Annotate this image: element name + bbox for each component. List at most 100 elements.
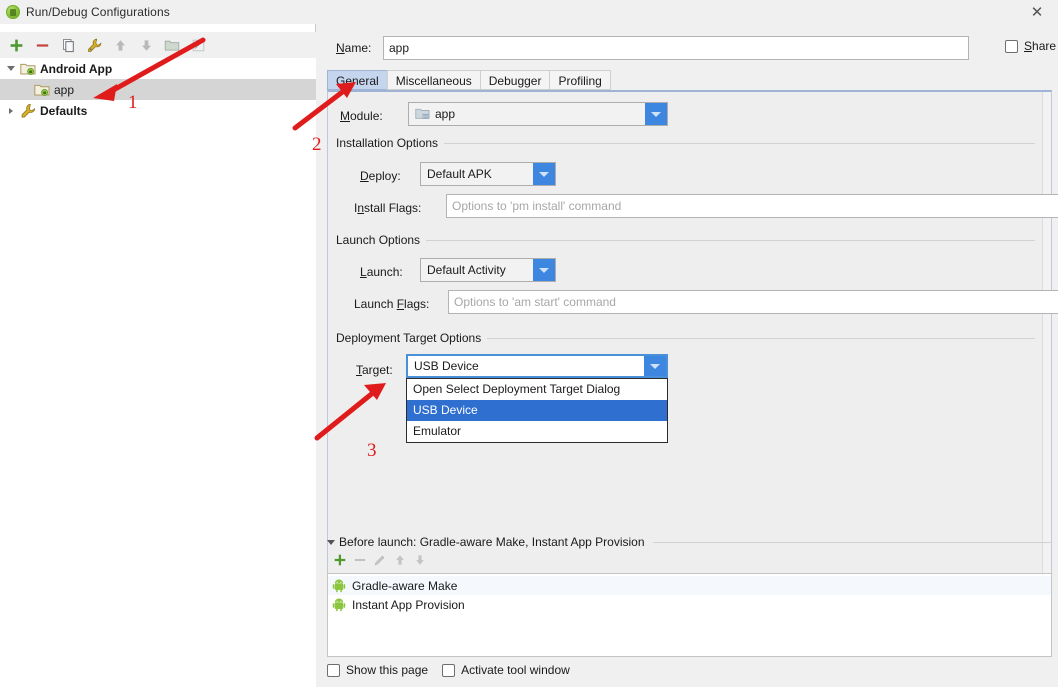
launch-combobox[interactable]: Default Activity [420,258,556,282]
copy-icon[interactable] [56,34,80,56]
name-row: Name: Share [327,36,1056,60]
dropdown-option[interactable]: Emulator [407,421,667,442]
run-debug-configurations-dialog: Run/Debug Configurations ✕ Android App a… [0,0,1058,687]
deployment-target-options-group: Deployment Target Options [336,331,1035,345]
target-dropdown-list[interactable]: Open Select Deployment Target Dialog USB… [406,378,668,443]
tree-item-label: Defaults [40,103,88,118]
module-icon [415,107,430,121]
configurations-tree[interactable]: Android App app Defaults [0,58,316,687]
tab-debugger[interactable]: Debugger [479,70,550,90]
configurations-left-pane: Android App app Defaults [0,24,316,687]
sort-icon[interactable] [186,34,210,56]
configurations-toolbar [0,32,316,58]
installation-options-group: Installation Options [336,136,1035,150]
window-title: Run/Debug Configurations [26,5,170,19]
task-list-item[interactable]: Gradle-aware Make [328,576,1051,595]
arrow-up-icon[interactable] [393,553,407,570]
tab-miscellaneous[interactable]: Miscellaneous [386,70,480,90]
target-label: Target: [356,363,393,377]
chevron-down-icon[interactable] [327,539,335,545]
show-this-page-checkbox[interactable]: Show this page [327,663,428,677]
before-launch-section: Before launch: Gradle-aware Make, Instan… [327,535,1052,657]
bottom-options: Show this page Activate tool window [327,663,570,677]
android-module-icon [34,82,50,98]
chevron-right-icon[interactable] [4,104,18,118]
dropdown-option[interactable]: Open Select Deployment Target Dialog [407,379,667,400]
folder-icon[interactable] [160,34,184,56]
dropdown-option-selected[interactable]: USB Device [407,400,667,421]
arrow-up-icon[interactable] [108,34,132,56]
android-robot-icon [332,597,346,612]
add-task-button[interactable] [333,553,347,570]
add-configuration-button[interactable] [4,34,28,56]
chevron-down-icon[interactable] [645,103,667,125]
android-studio-icon [6,5,20,19]
remove-configuration-button[interactable] [30,34,54,56]
tree-item-defaults[interactable]: Defaults [0,100,316,121]
launch-options-title: Launch Options [336,233,1035,247]
group-divider [444,142,1035,144]
tree-item-label: app [54,82,75,97]
chevron-down-icon[interactable] [644,356,666,376]
pencil-icon[interactable] [373,553,387,570]
tree-item-app[interactable]: app [0,79,316,100]
launch-label: Launch: [360,265,403,279]
window-title-bar: Run/Debug Configurations [0,0,1058,24]
annotation-number-3: 3 [367,440,377,461]
module-label: Module: [340,109,383,123]
before-launch-title: Before launch: Gradle-aware Make, Instan… [339,535,645,549]
group-divider [487,337,1035,339]
arrow-down-icon[interactable] [413,553,427,570]
chevron-down-icon[interactable] [4,62,18,76]
deploy-label: Deploy: [360,169,401,183]
name-label: Name: [336,41,372,55]
tree-item-android-app[interactable]: Android App [0,58,316,79]
tree-item-label: Android App [40,61,113,76]
task-label: Gradle-aware Make [352,578,458,593]
target-combobox[interactable]: USB Device [406,354,668,378]
remove-task-button[interactable] [353,553,367,570]
before-launch-header[interactable]: Before launch: Gradle-aware Make, Instan… [327,535,1052,549]
configuration-editor-pane: Name: Share General Miscellaneous Debugg… [317,24,1058,687]
before-launch-task-list[interactable]: Gradle-aware Make Instant App Provision [327,573,1052,657]
close-icon[interactable]: ✕ [1020,0,1054,24]
launch-value: Default Activity [427,263,506,277]
before-launch-toolbar [327,549,1052,573]
android-folder-icon [20,61,36,77]
group-divider [652,541,1052,543]
group-divider [426,239,1035,241]
tab-general[interactable]: General [327,70,387,90]
module-value: app [409,107,455,121]
launch-flags-input[interactable] [448,290,1058,314]
android-robot-icon [332,578,346,593]
checkbox-box[interactable] [327,663,340,677]
chevron-down-icon[interactable] [533,163,555,185]
share-label: Share [1024,39,1057,53]
deploy-combobox[interactable]: Default APK [420,162,556,186]
wrench-icon[interactable] [82,34,106,56]
module-combobox[interactable]: app [408,102,668,126]
name-input[interactable] [383,36,969,60]
checkbox-box[interactable] [1005,39,1018,53]
install-flags-label: Install Flags: [354,201,422,215]
deployment-target-options-title: Deployment Target Options [336,331,1035,345]
task-label: Instant App Provision [352,597,465,612]
installation-options-title: Installation Options [336,136,1035,150]
share-checkbox[interactable]: Share [1005,39,1056,53]
install-flags-input[interactable] [446,194,1058,218]
annotation-number-1: 1 [128,92,138,113]
tab-profiling[interactable]: Profiling [549,70,611,90]
arrow-down-icon[interactable] [134,34,158,56]
editor-tabs[interactable]: General Miscellaneous Debugger Profiling [327,70,611,90]
launch-flags-label: Launch Flags: [354,297,430,311]
checkbox-box[interactable] [442,663,456,677]
activate-tool-window-checkbox[interactable]: Activate tool window [442,663,570,677]
show-this-page-label: Show this page [346,663,429,677]
activate-tool-window-label: Activate tool window [461,663,570,677]
launch-options-group: Launch Options [336,233,1035,247]
task-list-item[interactable]: Instant App Provision [328,595,1051,614]
annotation-number-2: 2 [312,134,322,155]
target-value: USB Device [414,359,479,373]
wrench-icon [20,103,36,119]
chevron-down-icon[interactable] [533,259,555,281]
